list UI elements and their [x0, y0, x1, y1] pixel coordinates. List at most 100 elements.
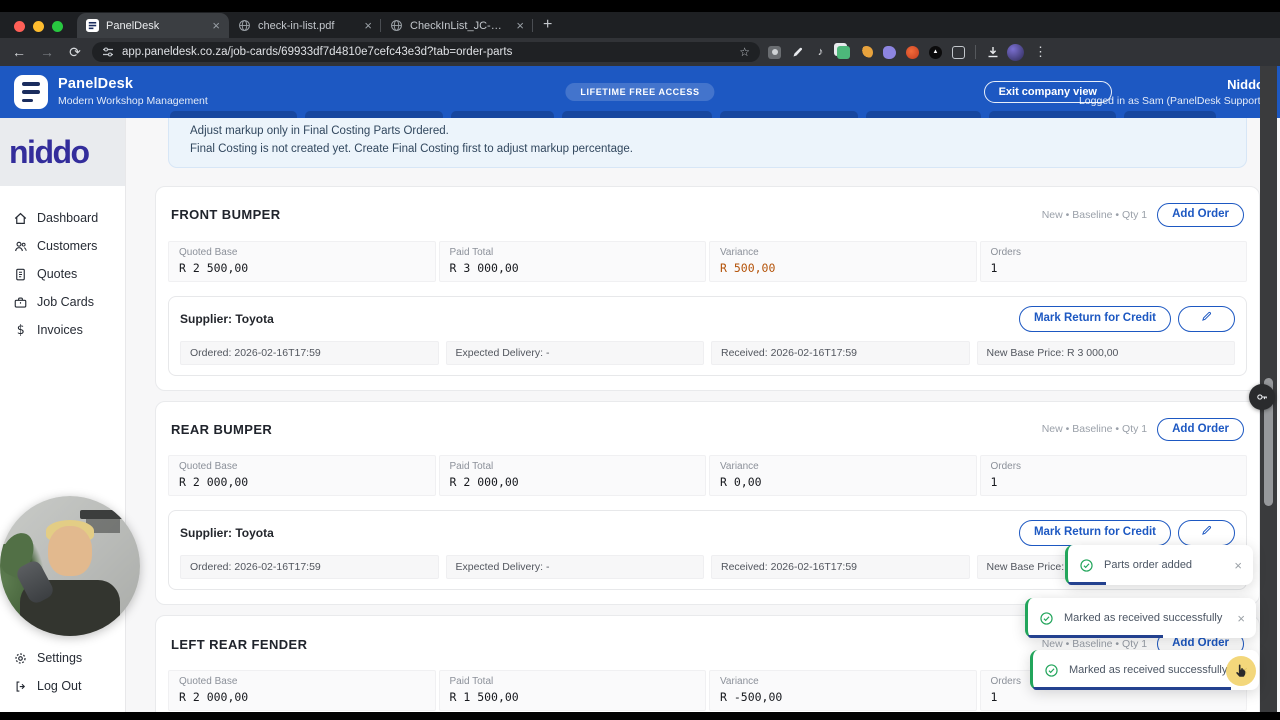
sidebar-item-customers[interactable]: Customers	[0, 232, 125, 260]
page-tab[interactable]	[989, 111, 1116, 118]
sidebar-item-label: Log Out	[37, 679, 81, 693]
sidebar-item-settings[interactable]: Settings	[0, 644, 125, 672]
stat-quoted-base: Quoted BaseR 2 000,00	[168, 455, 436, 496]
toast-marked-received-1: Marked as received successfully ×	[1025, 598, 1256, 638]
part-title: REAR BUMPER	[171, 422, 272, 437]
tab-label: PanelDesk	[106, 20, 205, 32]
url-text[interactable]: app.paneldesk.co.za/job-cards/69933df7d4…	[122, 46, 731, 58]
stat-orders: Orders1	[980, 241, 1248, 282]
part-meta: New • Baseline • Qty 1	[1042, 423, 1147, 435]
reload-icon[interactable]: ⟳	[64, 44, 86, 61]
logout-icon	[13, 679, 28, 694]
crescent-extension-icon[interactable]	[858, 44, 875, 61]
sidebar-footer: Settings Log Out	[0, 644, 125, 700]
stat-quoted-base: Quoted BaseR 2 000,00	[168, 670, 436, 711]
toast-parts-order-added: Parts order added ×	[1065, 545, 1253, 585]
field-expected-delivery: Expected Delivery: -	[446, 341, 705, 365]
field-ordered: Ordered: 2026-02-16T17:59	[180, 341, 439, 365]
bookmark-star-icon[interactable]: ☆	[739, 45, 750, 59]
field-expected-delivery: Expected Delivery: -	[446, 555, 705, 579]
page-tab[interactable]	[1124, 111, 1216, 118]
toast-message: Marked as received successfully	[1064, 612, 1227, 624]
minimize-window-button[interactable]	[33, 21, 44, 32]
sidebar-item-job-cards[interactable]: Job Cards	[0, 288, 125, 316]
toast-message: Marked as received successfully	[1069, 664, 1230, 676]
edit-order-button[interactable]	[1178, 306, 1235, 332]
close-tab-icon[interactable]: ×	[212, 19, 220, 32]
pdf-favicon	[238, 19, 251, 32]
page-tab-strip-clipped[interactable]	[170, 111, 1216, 118]
page-tab[interactable]	[562, 111, 712, 118]
page-tab[interactable]	[170, 111, 297, 118]
forward-icon[interactable]: →	[36, 44, 58, 60]
sidebar-item-label: Settings	[37, 651, 82, 665]
toast-close-icon[interactable]: ×	[1237, 611, 1245, 626]
purple-extension-icon[interactable]	[881, 44, 898, 61]
add-order-button[interactable]: Add Order	[1157, 203, 1244, 227]
sidebar-item-label: Quotes	[37, 267, 77, 281]
back-icon[interactable]: ←	[8, 44, 30, 60]
pen-extension-icon[interactable]	[789, 44, 806, 61]
page-tab[interactable]	[720, 111, 858, 118]
music-note-extension-icon[interactable]: ♪	[812, 44, 829, 61]
browser-tab-bar: PanelDesk × check-in-list.pdf × CheckInL…	[0, 12, 1280, 38]
edit-order-button[interactable]	[1178, 520, 1235, 546]
sidebar-item-quotes[interactable]: Quotes	[0, 260, 125, 288]
maximize-window-button[interactable]	[52, 21, 63, 32]
site-settings-icon[interactable]	[102, 46, 114, 58]
part-card-front-bumper: FRONT BUMPER New • Baseline • Qty 1 Add …	[155, 186, 1260, 391]
new-tab-button[interactable]: +	[533, 16, 562, 38]
browser-tab-checkin-list[interactable]: check-in-list.pdf ×	[229, 13, 381, 38]
sidebar-item-logout[interactable]: Log Out	[0, 672, 125, 700]
paneldesk-favicon	[86, 19, 99, 32]
supplier-title: Supplier: Toyota	[180, 526, 274, 540]
sidebar-item-dashboard[interactable]: Dashboard	[0, 204, 125, 232]
success-check-icon	[1039, 611, 1054, 626]
stat-variance: VarianceR 500,00	[709, 241, 977, 282]
play-circle-extension-icon[interactable]: ▲	[927, 44, 944, 61]
sidebar-item-label: Dashboard	[37, 211, 98, 225]
app-header: PanelDesk Modern Workshop Management LIF…	[0, 66, 1280, 118]
mark-return-button[interactable]: Mark Return for Credit	[1019, 306, 1171, 332]
close-window-button[interactable]	[14, 21, 25, 32]
page-tab[interactable]	[305, 111, 443, 118]
downloads-icon[interactable]	[984, 44, 1001, 61]
hand-cursor-icon	[1233, 663, 1249, 679]
sidebar-item-invoices[interactable]: $ Invoices	[0, 316, 125, 344]
pencil-icon	[1200, 524, 1213, 537]
page-tab[interactable]	[866, 111, 981, 118]
field-new-base-price: New Base Price: R 3 000,00	[977, 341, 1236, 365]
toast-marked-received-2: Marked as received successfully ×	[1030, 650, 1259, 690]
stat-paid-total: Paid TotalR 2 000,00	[439, 455, 707, 496]
window-controls	[0, 21, 77, 38]
add-order-button[interactable]: Add Order	[1157, 418, 1244, 442]
profile-avatar[interactable]	[1007, 44, 1024, 61]
part-meta: New • Baseline • Qty 1	[1042, 209, 1147, 221]
browser-menu-icon[interactable]: ⋮	[1030, 44, 1051, 60]
paneldesk-logo-icon[interactable]	[14, 75, 48, 109]
mark-return-button[interactable]: Mark Return for Credit	[1019, 520, 1171, 546]
close-tab-icon[interactable]: ×	[364, 19, 372, 32]
floating-extension-button[interactable]	[1249, 384, 1275, 410]
browser-tab-checkinlist-jc[interactable]: CheckInList_JC-Q-41.pdf ×	[381, 13, 533, 38]
close-tab-icon[interactable]: ×	[516, 19, 524, 32]
browser-tab-paneldesk[interactable]: PanelDesk ×	[77, 13, 229, 38]
banner-line: Adjust markup only in Final Costing Part…	[190, 125, 1230, 137]
tab-label: check-in-list.pdf	[258, 20, 357, 32]
toast-progress-bar	[1068, 582, 1106, 585]
stat-orders: Orders1	[980, 455, 1248, 496]
address-bar[interactable]: app.paneldesk.co.za/job-cards/69933df7d4…	[92, 42, 760, 62]
fox-extension-icon[interactable]	[904, 44, 921, 61]
tab-label: CheckInList_JC-Q-41.pdf	[410, 20, 509, 32]
pages-extension-icon[interactable]	[835, 44, 852, 61]
toast-close-icon[interactable]: ×	[1234, 558, 1242, 573]
part-title: LEFT REAR FENDER	[171, 637, 307, 652]
tab-frames-extension-icon[interactable]	[950, 44, 967, 61]
app-tagline: Modern Workshop Management	[58, 95, 208, 107]
camera-extension-icon[interactable]	[766, 44, 783, 61]
sidebar-nav: Dashboard Customers Quotes Job Cards $ I…	[0, 204, 125, 344]
sidebar-item-label: Invoices	[37, 323, 83, 337]
page-tab[interactable]	[451, 111, 555, 118]
supplier-order: Supplier: Toyota Mark Return for Credit …	[168, 296, 1247, 376]
success-check-icon	[1044, 663, 1059, 678]
